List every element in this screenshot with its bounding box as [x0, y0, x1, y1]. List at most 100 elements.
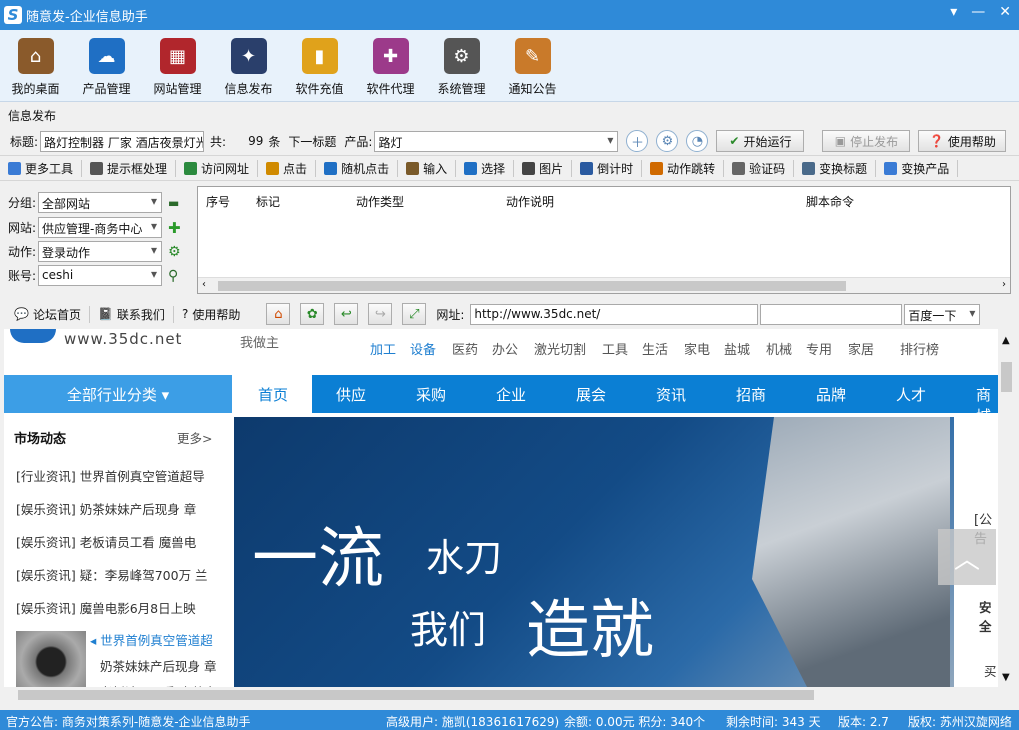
top-category[interactable]: 激光切割 [534, 339, 586, 358]
scrollbar-thumb[interactable] [218, 281, 846, 291]
tool-12[interactable]: 变换产品 [876, 159, 959, 177]
gear-icon[interactable]: ⚙ [168, 244, 181, 260]
nav-item[interactable]: 招商 [736, 384, 766, 405]
product-select[interactable]: 路灯 [374, 130, 619, 152]
more-link[interactable]: 更多> [177, 428, 212, 447]
toolbar-button-3[interactable]: ✦ 信息发布 [213, 30, 284, 101]
top-category[interactable]: 加工 [370, 339, 396, 358]
tool-1[interactable]: 提示框处理 [82, 159, 177, 177]
top-category[interactable]: 办公 [492, 339, 518, 358]
thumb-news-item[interactable]: ◂ 世界首例真空管道超 [90, 630, 213, 649]
toolbar-button-7[interactable]: ✎ 通知公告 [497, 30, 568, 101]
title-input[interactable]: 路灯控制器 厂家 酒店夜景灯光 [40, 130, 205, 152]
menu-dropdown-button[interactable]: ▾ [950, 4, 957, 20]
forum-home-link[interactable]: 💬 论坛首页 [6, 305, 90, 323]
top-category[interactable]: 机械 [766, 339, 792, 358]
refresh-icon[interactable]: ✿ [300, 303, 325, 325]
back-arrow-icon[interactable]: ↩ [334, 303, 359, 325]
tool-4[interactable]: 随机点击 [316, 159, 399, 177]
action-grid[interactable]: 序号 标记 动作类型 动作说明 脚本命令 ‹ › [197, 186, 1011, 294]
tool-6[interactable]: 选择 [456, 159, 515, 177]
nav-item[interactable]: 展会 [576, 384, 606, 405]
hscroll-thumb[interactable] [18, 690, 814, 700]
webpage-view[interactable]: www.35dc.net 我做主 加工 设备 医药 办公 激光切割 工具 生活 家电 盐城 机械专… [4, 329, 998, 687]
scroll-right-icon[interactable]: › [1002, 279, 1006, 290]
search-icon[interactable]: ⚲ [168, 268, 178, 284]
scroll-left-icon[interactable]: ‹ [202, 279, 206, 290]
toolbar-button-2[interactable]: ▦ 网站管理 [142, 30, 213, 101]
top-category[interactable]: 专用 [806, 339, 832, 358]
top-category[interactable]: 家居 [848, 339, 874, 358]
add-icon[interactable]: ✚ [168, 219, 181, 237]
tool-2[interactable]: 访问网址 [176, 159, 259, 177]
grid-horizontal-scrollbar[interactable]: ‹ › [198, 277, 1010, 293]
top-category[interactable]: 家电 [684, 339, 710, 358]
nav-item[interactable]: 商城 [976, 384, 998, 426]
nav-item[interactable]: 人才 [896, 384, 926, 405]
toolbar-button-4[interactable]: ▮ 软件充值 [284, 30, 355, 101]
top-category[interactable]: 盐城 [724, 339, 750, 358]
tool-9[interactable]: 动作跳转 [642, 159, 725, 177]
home-icon[interactable]: ⌂ [266, 303, 291, 325]
top-category[interactable]: 设备 [410, 339, 436, 358]
toolbar-button-0[interactable]: ⌂ 我的桌面 [0, 30, 71, 101]
nav-item[interactable]: 首页 [258, 384, 288, 405]
all-categories-button[interactable]: 全部行业分类 ▾ [4, 375, 232, 413]
url-input[interactable]: http://www.35dc.net/ [470, 303, 759, 325]
folder-icon[interactable]: ▬ [168, 196, 179, 210]
toolbar-button-6[interactable]: ⚙ 系统管理 [426, 30, 497, 101]
nav-item[interactable]: 企业 [496, 384, 526, 405]
news-item[interactable]: [娱乐资讯] 魔兽电影6月8日上映 [16, 598, 196, 617]
nav-item[interactable]: 供应 [336, 384, 366, 405]
scroll-up-icon[interactable]: ▲ [1002, 335, 1010, 346]
nav-item[interactable]: 采购 [416, 384, 446, 405]
top-category[interactable]: 医药 [452, 339, 478, 358]
scroll-down-icon[interactable]: ▼ [1002, 672, 1010, 683]
top-category[interactable]: 生活 [642, 339, 668, 358]
webpage-horizontal-scrollbar[interactable] [4, 687, 1015, 703]
toolbar-button-1[interactable]: ☁ 产品管理 [71, 30, 142, 101]
top-category[interactable]: 工具 [602, 339, 628, 358]
site-select[interactable]: 供应管理-商务中心 [38, 217, 163, 238]
nav-item[interactable]: 资讯 [656, 384, 686, 405]
webpage-vertical-scrollbar[interactable]: ▲ ▼ [998, 329, 1015, 687]
tool-0[interactable]: 更多工具 [0, 159, 83, 177]
nav-help-link[interactable]: ? 使用帮助 [174, 306, 248, 323]
account-select[interactable]: ceshi [38, 265, 163, 286]
tool-8[interactable]: 倒计时 [572, 159, 643, 177]
tool-3[interactable]: 点击 [258, 159, 317, 177]
tool-5[interactable]: 输入 [398, 159, 457, 177]
add-circle-icon[interactable]: ＋ [626, 130, 649, 152]
banner-image[interactable]: 一流 水刀 我们 造就 [234, 417, 954, 687]
close-button[interactable]: ✕ [999, 4, 1011, 20]
tool-11[interactable]: 变换标题 [794, 159, 877, 177]
news-item[interactable]: [娱乐资讯] 老板请员工看 魔兽电 [16, 532, 196, 551]
minimize-button[interactable]: — [971, 4, 985, 20]
back-to-top-icon[interactable]: ︿ [938, 529, 996, 585]
tool-10[interactable]: 验证码 [724, 159, 795, 177]
tool-7[interactable]: 图片 [514, 159, 573, 177]
news-item[interactable]: [行业资讯] 世界首例真空管道超导 [16, 466, 205, 485]
chart-circle-icon[interactable]: ◔ [686, 130, 709, 152]
top-category[interactable]: 排行榜 [900, 339, 939, 358]
stop-publish-button[interactable]: ▣ 停止发布 [822, 130, 911, 152]
action-select[interactable]: 登录动作 [38, 241, 163, 262]
start-run-button[interactable]: ✔ 开始运行 [716, 130, 805, 152]
settings-circle-icon[interactable]: ⚙ [656, 130, 679, 152]
forward-arrow-icon[interactable]: ↪ [368, 303, 393, 325]
group-select[interactable]: 全部网站 [38, 192, 163, 213]
tool-label: 验证码 [749, 161, 786, 176]
search-input[interactable] [760, 303, 903, 325]
help-button[interactable]: ❓ 使用帮助 [918, 130, 1007, 152]
fullscreen-icon[interactable]: ⤢ [402, 303, 427, 325]
news-item[interactable]: [娱乐资讯] 奶茶妹妹产后现身 章 [16, 499, 196, 518]
toolbar-button-5[interactable]: ✚ 软件代理 [355, 30, 426, 101]
next-title-button[interactable]: 下一标题 [288, 133, 336, 150]
news-item[interactable]: [娱乐资讯] 疑：李易峰驾700万 兰 [16, 565, 208, 584]
search-engine-select[interactable]: 百度一下 [904, 303, 981, 325]
contact-us-link[interactable]: 📓 联系我们 [90, 305, 174, 323]
vscroll-thumb[interactable] [1001, 362, 1012, 392]
thumb-news-item[interactable]: 奶茶妹妹产后现身 章 [100, 656, 216, 675]
nav-item[interactable]: 品牌 [816, 384, 846, 405]
news-thumbnail[interactable] [16, 631, 86, 687]
